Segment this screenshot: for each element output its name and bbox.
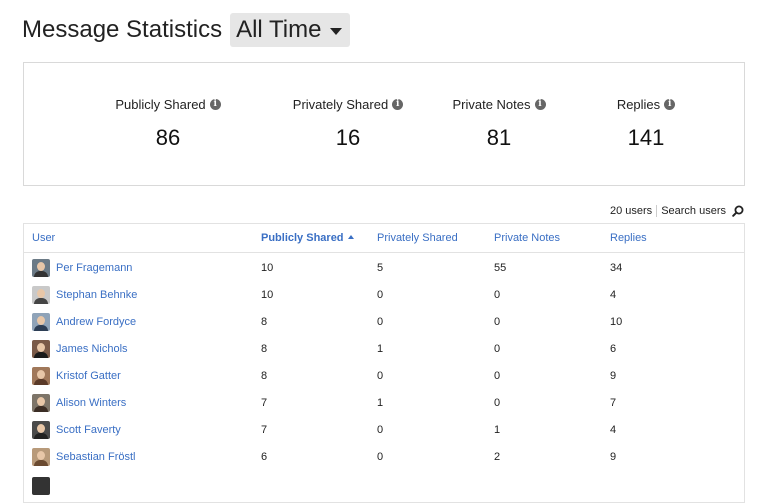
publicly-shared-cell: 6	[261, 451, 268, 463]
info-icon[interactable]: i	[534, 99, 546, 110]
private-notes-cell: 0	[494, 289, 501, 301]
table-row: Per Fragemann 10 5 55 34	[24, 255, 744, 282]
privately-shared-cell: 0	[377, 424, 384, 436]
users-count: 20 users	[610, 205, 658, 217]
replies-cell: 7	[610, 397, 617, 409]
search-icon	[732, 205, 744, 217]
search-users-button[interactable]: Search users	[657, 205, 744, 217]
column-header-privately-shared[interactable]: Privately Shared	[377, 232, 458, 244]
replies-cell: 4	[610, 289, 617, 301]
stat-value: 141	[627, 125, 665, 150]
privately-shared-cell: 1	[377, 397, 384, 409]
user-cell: Scott Faverty	[32, 419, 121, 441]
avatar	[32, 313, 50, 331]
time-range-dropdown[interactable]: All Time	[230, 13, 351, 47]
publicly-shared-cell: 8	[261, 343, 268, 355]
user-link[interactable]: Andrew Fordyce	[56, 316, 136, 328]
user-cell: James Nichols	[32, 338, 128, 360]
table-row: James Nichols 8 1 0 6	[24, 336, 744, 363]
user-link[interactable]: Sebastian Fröstl	[56, 451, 135, 463]
private-notes-cell: 1	[494, 424, 501, 436]
replies-cell: 6	[610, 343, 617, 355]
privately-shared-cell: 0	[377, 451, 384, 463]
private-notes-cell: 2	[494, 451, 501, 463]
private-notes-cell: 0	[494, 370, 501, 382]
column-header-replies[interactable]: Replies	[610, 232, 647, 244]
stat-label: Publicly Shared	[115, 97, 206, 112]
page-title: Message Statistics	[22, 16, 223, 43]
avatar	[32, 394, 50, 412]
column-header-user[interactable]: User	[32, 232, 55, 244]
publicly-shared-cell: 7	[261, 424, 268, 436]
privately-shared-cell: 0	[377, 370, 384, 382]
table-row: Alison Winters 7 1 0 7	[24, 390, 744, 417]
avatar	[32, 259, 50, 277]
table-row: Kristof Gatter 8 0 0 9	[24, 363, 744, 390]
avatar	[32, 340, 50, 358]
privately-shared-cell: 1	[377, 343, 384, 355]
user-link[interactable]: Scott Faverty	[56, 424, 121, 436]
user-cell: Andrew Fordyce	[32, 311, 136, 333]
replies-cell: 10	[610, 316, 623, 328]
private-notes-cell: 0	[494, 316, 501, 328]
table-row: Sebastian Fröstl 6 0 2 9	[24, 444, 744, 471]
private-notes-cell: 55	[494, 262, 507, 274]
stat-label: Private Notes	[452, 97, 531, 112]
table-header: User Publicly Shared Privately Shared Pr…	[24, 224, 744, 253]
user-cell	[32, 475, 56, 497]
column-header-label: Publicly Shared	[261, 232, 344, 244]
user-cell: Per Fragemann	[32, 257, 132, 279]
replies-cell: 4	[610, 424, 617, 436]
user-link[interactable]: James Nichols	[56, 343, 128, 355]
publicly-shared-cell: 10	[261, 289, 274, 301]
search-users-label: Search users	[661, 205, 726, 217]
avatar	[32, 421, 50, 439]
info-icon[interactable]: i	[664, 99, 676, 110]
privately-shared-cell: 0	[377, 316, 384, 328]
replies-cell: 9	[610, 370, 617, 382]
column-header-publicly-shared[interactable]: Publicly Shared	[261, 232, 354, 244]
table-row: Andrew Fordyce 8 0 0 10	[24, 309, 744, 336]
private-notes-cell: 0	[494, 343, 501, 355]
avatar	[32, 286, 50, 304]
caret-down-icon	[330, 27, 343, 35]
user-cell: Stephan Behnke	[32, 284, 137, 306]
publicly-shared-cell: 8	[261, 316, 268, 328]
private-notes-cell: 0	[494, 397, 501, 409]
user-link[interactable]: Kristof Gatter	[56, 370, 121, 382]
stats-summary-panel: Publicly Shared i 86 Privately Shared i …	[23, 62, 745, 186]
publicly-shared-cell: 7	[261, 397, 268, 409]
replies-cell: 34	[610, 262, 623, 274]
stat-label: Privately Shared	[292, 97, 389, 112]
user-link[interactable]: Per Fragemann	[56, 262, 132, 274]
user-stats-table: User Publicly Shared Privately Shared Pr…	[23, 223, 745, 503]
info-icon[interactable]: i	[209, 99, 221, 110]
table-tools: 20 users Search users	[610, 205, 744, 217]
stat-value: 86	[155, 125, 181, 150]
replies-cell: 9	[610, 451, 617, 463]
time-range-value: All Time	[236, 16, 322, 43]
user-link[interactable]: Alison Winters	[56, 397, 126, 409]
avatar	[32, 477, 50, 495]
table-row: Scott Faverty 7 0 1 4	[24, 417, 744, 444]
column-header-private-notes[interactable]: Private Notes	[494, 232, 560, 244]
user-cell: Kristof Gatter	[32, 365, 121, 387]
user-link[interactable]: Stephan Behnke	[56, 289, 137, 301]
privately-shared-cell: 5	[377, 262, 384, 274]
sort-ascending-icon	[347, 235, 354, 239]
title-row: Message Statistics All Time	[22, 12, 351, 48]
table-row: Stephan Behnke 10 0 0 4	[24, 282, 744, 309]
stat-label: Replies	[616, 97, 661, 112]
info-icon[interactable]: i	[392, 99, 404, 110]
publicly-shared-cell: 8	[261, 370, 268, 382]
user-cell: Sebastian Fröstl	[32, 446, 135, 468]
privately-shared-cell: 0	[377, 289, 384, 301]
user-cell: Alison Winters	[32, 392, 126, 414]
table-row-partial	[24, 473, 744, 500]
avatar	[32, 367, 50, 385]
avatar	[32, 448, 50, 466]
publicly-shared-cell: 10	[261, 262, 274, 274]
